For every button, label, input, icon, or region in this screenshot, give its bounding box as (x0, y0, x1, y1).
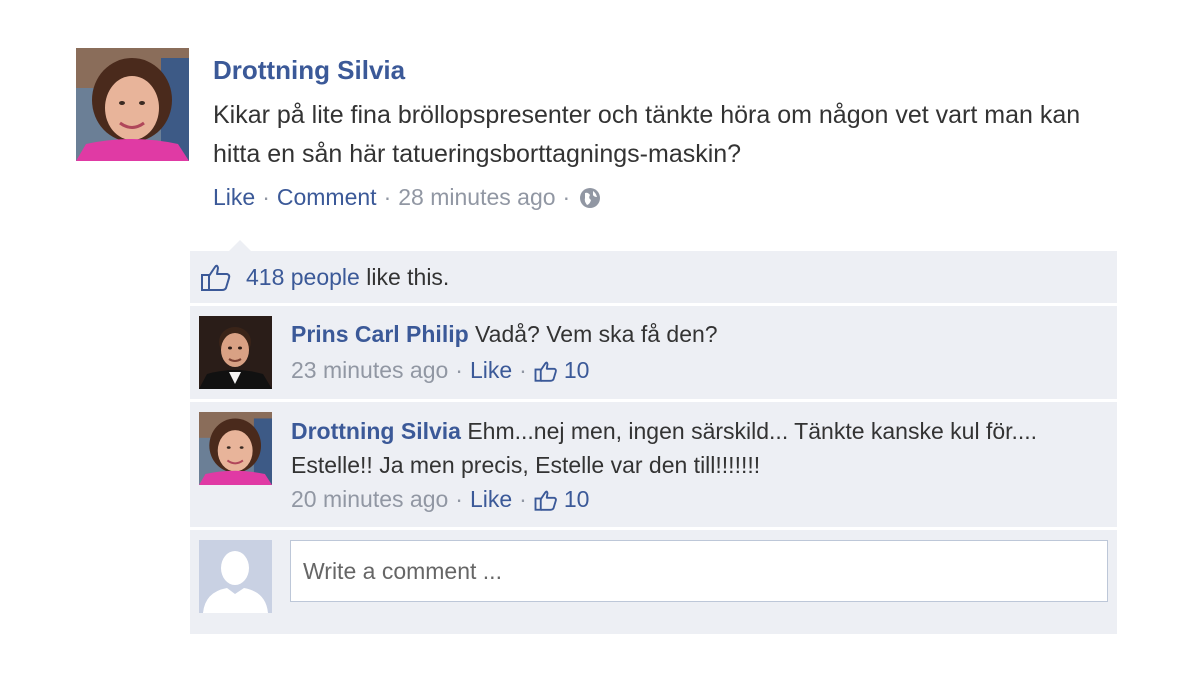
likes-count-link[interactable]: 418 people (246, 264, 360, 291)
avatar-photo-prince (199, 316, 272, 389)
comment-timestamp[interactable]: 23 minutes ago (291, 353, 448, 387)
comment-like-count[interactable]: 10 (564, 482, 590, 516)
separator-dot: · (262, 184, 270, 210)
post-actions-bar: Like · Comment · 28 minutes ago · (213, 184, 601, 211)
separator-dot: · (519, 486, 527, 512)
divider (190, 527, 1117, 530)
comment-input[interactable] (290, 540, 1108, 602)
comment-text-line: Prins Carl Philip Vadå? Vem ska få den? (291, 317, 1091, 351)
separator-dot: · (455, 486, 463, 512)
ufi-pointer (229, 240, 251, 251)
separator-dot: · (519, 357, 527, 383)
post-text: Kikar på lite fina bröllopspresenter och… (213, 101, 1081, 168)
divider (190, 303, 1117, 306)
likes-suffix: like this. (359, 263, 450, 290)
comment-author-avatar[interactable] (199, 412, 272, 485)
post-author-name[interactable]: Drottning Silvia (213, 55, 405, 86)
comment-meta: 20 minutes ago · Like · 10 (291, 482, 1091, 516)
thumbs-up-icon[interactable] (534, 358, 558, 382)
divider (190, 399, 1117, 402)
comment-timestamp[interactable]: 20 minutes ago (291, 482, 448, 516)
comment-author-avatar[interactable] (199, 316, 272, 389)
default-user-icon (199, 540, 272, 613)
separator-dot: · (562, 184, 571, 210)
post-comment-link[interactable]: Comment (277, 184, 377, 211)
current-user-avatar (199, 540, 272, 613)
post-like-link[interactable]: Like (213, 184, 255, 211)
avatar-photo-queen (76, 48, 189, 161)
comment-author-name[interactable]: Drottning Silvia (291, 418, 461, 444)
comment-author-name[interactable]: Prins Carl Philip (291, 321, 469, 347)
avatar-photo-queen (199, 412, 272, 485)
post-timestamp[interactable]: 28 minutes ago (398, 184, 555, 211)
likes-summary: 418 people like this. (200, 261, 449, 293)
comment-item: Prins Carl Philip Vadå? Vem ska få den? … (291, 317, 1091, 387)
comment-text-line: Drottning Silvia Ehm...nej men, ingen sä… (291, 414, 1091, 482)
thumbs-up-icon (200, 261, 232, 293)
comment-item: Drottning Silvia Ehm...nej men, ingen sä… (291, 414, 1091, 516)
post-author-avatar[interactable] (76, 48, 189, 161)
comment-like-link[interactable]: Like (470, 482, 512, 516)
globe-icon[interactable] (579, 187, 601, 209)
comment-like-count[interactable]: 10 (564, 353, 590, 387)
thumbs-up-icon[interactable] (534, 487, 558, 511)
facebook-post: Drottning Silvia Kikar på lite fina bröl… (0, 0, 1200, 674)
comment-text: Vadå? Vem ska få den? (468, 321, 718, 347)
comment-meta: 23 minutes ago · Like · 10 (291, 353, 1091, 387)
separator-dot: · (455, 357, 463, 383)
comment-like-link[interactable]: Like (470, 353, 512, 387)
separator-dot: · (383, 184, 392, 210)
